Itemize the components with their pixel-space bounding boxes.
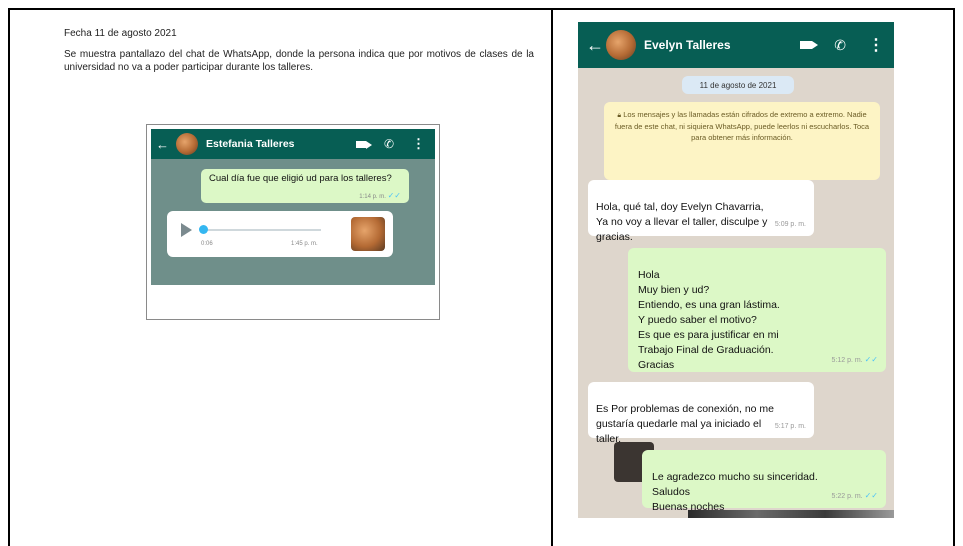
audio-duration: 0:06 — [201, 241, 213, 247]
audio-message: 0:06 1:45 p. m. — [167, 211, 393, 257]
message-time: 5:17 p. m. — [774, 423, 806, 430]
encryption-notice[interactable]: 🔒︎ Los mensajes y las llamadas están cif… — [604, 102, 880, 180]
lock-icon: 🔒︎ — [617, 112, 622, 119]
outgoing-message: Le agradezco mucho su sinceridad. Saludo… — [642, 450, 886, 513]
table-column-divider — [551, 8, 553, 546]
message-time: 5:12 p. m. ✓✓ — [831, 355, 879, 364]
message-time: 1:14 p. m. ✓✓ — [359, 191, 401, 200]
audio-progress-knob[interactable] — [199, 225, 208, 234]
double-check-icon: ✓✓ — [864, 491, 878, 500]
phone-chat-screenshot: ← Evelyn Talleres ✆ ⋮ 11 de agosto de 20… — [578, 22, 894, 518]
small-chat-header: ← Estefania Talleres ✆ ⋮ — [151, 129, 435, 159]
message-text: Hola Muy bien y ud? Entiendo, es una gra… — [638, 269, 780, 371]
small-chat-area: Cual día fue que eligió ud para los tall… — [151, 159, 435, 285]
message-text: Hola, qué tal, doy Evelyn Chavarria, Ya … — [596, 201, 768, 243]
outgoing-message: Cual día fue que eligió ud para los tall… — [201, 169, 409, 203]
more-options-icon[interactable]: ⋮ — [868, 35, 884, 55]
double-check-icon: ✓✓ — [387, 191, 401, 200]
avatar[interactable] — [606, 30, 636, 60]
contact-name[interactable]: Evelyn Talleres — [644, 38, 731, 52]
play-icon[interactable] — [181, 223, 192, 237]
left-cell: Fecha 11 de agosto 2021 Se muestra panta… — [64, 28, 534, 74]
more-options-icon[interactable]: ⋮ — [412, 136, 425, 152]
outgoing-message: Hola Muy bien y ud? Entiendo, es una gra… — [628, 248, 886, 372]
message-time: 5:22 p. m. ✓✓ — [831, 491, 879, 500]
avatar[interactable] — [176, 133, 198, 155]
back-arrow-icon[interactable]: ← — [586, 35, 604, 56]
video-call-icon[interactable] — [355, 140, 372, 149]
phone-call-icon[interactable]: ✆ — [834, 37, 846, 54]
phone-call-icon[interactable]: ✆ — [384, 137, 394, 151]
message-text: Le agradezco mucho su sinceridad. Saludo… — [652, 471, 818, 513]
encryption-notice-text: Los mensajes y las llamadas están cifrad… — [614, 110, 870, 142]
date-pill: 11 de agosto de 2021 — [682, 76, 794, 94]
message-time: 5:09 p. m. — [774, 221, 806, 228]
cropped-bottom-strip — [688, 510, 894, 518]
incoming-message: Hola, qué tal, doy Evelyn Chavarria, Ya … — [588, 180, 814, 243]
audio-time: 1:45 p. m. — [291, 241, 318, 247]
small-chat-screenshot: ← Estefania Talleres ✆ ⋮ Cual día fue qu… — [146, 124, 440, 320]
audio-progress-track[interactable] — [201, 229, 321, 231]
video-call-icon[interactable] — [800, 41, 819, 49]
back-arrow-icon[interactable]: ← — [156, 137, 172, 152]
message-text: Cual día fue que eligió ud para los tall… — [209, 173, 392, 184]
chat-header: ← Evelyn Talleres ✆ ⋮ — [578, 22, 894, 68]
contact-name[interactable]: Estefania Talleres — [206, 138, 295, 150]
incoming-message: Es Por problemas de conexión, no me gust… — [588, 382, 814, 445]
date-line: Fecha 11 de agosto 2021 — [64, 28, 177, 39]
message-text: Es Por problemas de conexión, no me gust… — [596, 403, 775, 445]
audio-sender-avatar — [351, 217, 385, 251]
description-paragraph: Se muestra pantallazo del chat de WhatsA… — [64, 49, 534, 73]
double-check-icon: ✓✓ — [864, 355, 878, 364]
